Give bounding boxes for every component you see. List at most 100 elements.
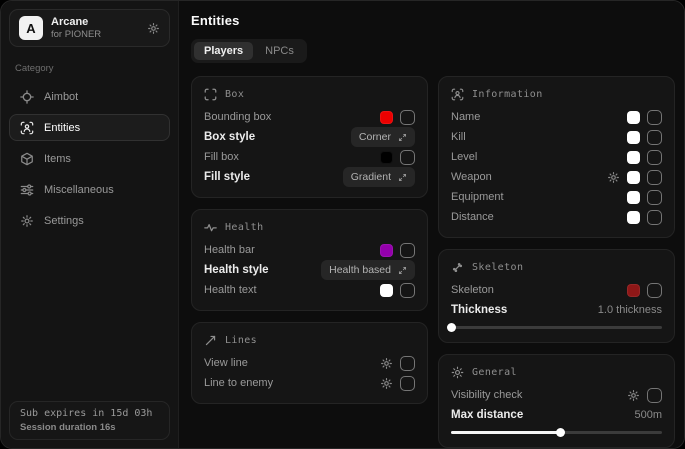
slider-track <box>451 326 662 329</box>
card-title: Information <box>472 89 543 100</box>
information-card: Information Name Kill <box>438 76 675 238</box>
bone-icon <box>451 261 464 274</box>
checkbox[interactable] <box>647 110 662 125</box>
row-equipment: Equipment <box>451 187 662 207</box>
setting-label: Fill box <box>204 151 239 163</box>
slider-thumb[interactable] <box>447 323 456 332</box>
sidebar: A Arcane for PIONER Category Aimbot Enti… <box>1 1 179 448</box>
checkbox[interactable] <box>400 356 415 371</box>
color-swatch[interactable] <box>627 211 640 224</box>
category-label: Category <box>15 63 164 74</box>
color-swatch[interactable] <box>627 131 640 144</box>
settings-columns: Box Bounding box Box style Corne <box>191 76 675 448</box>
setting-label: Name <box>451 111 480 123</box>
slider-thumb[interactable] <box>556 428 565 437</box>
card-header: Information <box>451 87 662 101</box>
checkbox[interactable] <box>400 283 415 298</box>
row-health-style: Health style Health based <box>204 260 415 280</box>
box-card: Box Bounding box Box style Corne <box>191 76 428 198</box>
setting-label: Bounding box <box>204 111 271 123</box>
sidebar-item-label: Aimbot <box>44 91 78 103</box>
row-weapon: Weapon <box>451 167 662 187</box>
sidebar-item-aimbot[interactable]: Aimbot <box>9 83 170 110</box>
checkbox[interactable] <box>400 110 415 125</box>
thickness-slider[interactable] <box>451 323 662 332</box>
row-name: Name <box>451 107 662 127</box>
sidebar-item-settings[interactable]: Settings <box>9 207 170 234</box>
fill-style-dropdown[interactable]: Gradient <box>343 167 415 187</box>
row-kill: Kill <box>451 127 662 147</box>
color-swatch[interactable] <box>627 151 640 164</box>
app-name: Arcane <box>51 16 101 28</box>
general-card: General Visibility check Max distance 50… <box>438 354 675 448</box>
app-window: A Arcane for PIONER Category Aimbot Enti… <box>0 0 685 449</box>
row-max-distance: Max distance 500m <box>451 405 662 425</box>
dropdown-value: Health based <box>329 264 391 276</box>
color-swatch[interactable] <box>627 111 640 124</box>
setting-label: Fill style <box>204 171 250 183</box>
slider-value: 500m <box>634 409 662 421</box>
checkbox[interactable] <box>647 283 662 298</box>
scan-person-icon <box>451 88 464 101</box>
dropdown-value: Corner <box>359 131 391 143</box>
checkbox[interactable] <box>400 150 415 165</box>
checkbox[interactable] <box>400 243 415 258</box>
row-level: Level <box>451 147 662 167</box>
card-header: General <box>451 365 662 379</box>
tab-npcs[interactable]: NPCs <box>255 42 304 60</box>
checkbox[interactable] <box>647 130 662 145</box>
setting-label: Weapon <box>451 171 492 183</box>
tab-bar: Players NPCs <box>191 39 307 63</box>
sidebar-item-items[interactable]: Items <box>9 145 170 172</box>
gear-icon[interactable] <box>380 357 393 370</box>
gear-icon[interactable] <box>627 389 640 402</box>
checkbox[interactable] <box>647 210 662 225</box>
color-swatch[interactable] <box>380 244 393 257</box>
color-swatch[interactable] <box>627 171 640 184</box>
health-pulse-icon <box>204 221 217 234</box>
cube-icon <box>20 152 34 166</box>
crosshair-icon <box>20 90 34 104</box>
sidebar-item-miscellaneous[interactable]: Miscellaneous <box>9 176 170 203</box>
setting-label: Equipment <box>451 191 504 203</box>
session-duration-text: Session duration 16s <box>20 422 159 433</box>
expand-icon <box>398 133 407 142</box>
checkbox[interactable] <box>400 376 415 391</box>
expand-icon <box>398 173 407 182</box>
row-fill-style: Fill style Gradient <box>204 167 415 187</box>
color-swatch[interactable] <box>627 191 640 204</box>
app-logo: A <box>19 16 43 40</box>
color-swatch[interactable] <box>380 151 393 164</box>
card-title: Lines <box>225 335 257 346</box>
sun-icon <box>451 366 464 379</box>
diagonal-line-icon <box>204 334 217 347</box>
setting-label: Health bar <box>204 244 255 256</box>
gear-icon[interactable] <box>380 377 393 390</box>
color-swatch[interactable] <box>627 284 640 297</box>
row-box-style: Box style Corner <box>204 127 415 147</box>
brand-card: A Arcane for PIONER <box>9 9 170 47</box>
setting-label: Line to enemy <box>204 377 273 389</box>
setting-label: Box style <box>204 131 255 143</box>
card-header: Lines <box>204 333 415 347</box>
sidebar-item-entities[interactable]: Entities <box>9 114 170 141</box>
skeleton-card: Skeleton Skeleton Thickness 1.0 thicknes… <box>438 249 675 343</box>
setting-label: Skeleton <box>451 284 494 296</box>
checkbox[interactable] <box>647 190 662 205</box>
color-swatch[interactable] <box>380 284 393 297</box>
checkbox[interactable] <box>647 388 662 403</box>
health-style-dropdown[interactable]: Health based <box>321 260 415 280</box>
tab-players[interactable]: Players <box>194 42 253 60</box>
gear-icon[interactable] <box>607 171 620 184</box>
box-style-dropdown[interactable]: Corner <box>351 127 415 147</box>
row-distance: Distance <box>451 207 662 227</box>
checkbox[interactable] <box>647 150 662 165</box>
sidebar-item-label: Settings <box>44 215 84 227</box>
card-header: Health <box>204 220 415 234</box>
max-distance-slider[interactable] <box>451 428 662 437</box>
app-subtitle: for PIONER <box>51 29 101 40</box>
slider-label: Thickness <box>451 304 507 316</box>
color-swatch[interactable] <box>380 111 393 124</box>
checkbox[interactable] <box>647 170 662 185</box>
gear-icon[interactable] <box>147 22 160 35</box>
